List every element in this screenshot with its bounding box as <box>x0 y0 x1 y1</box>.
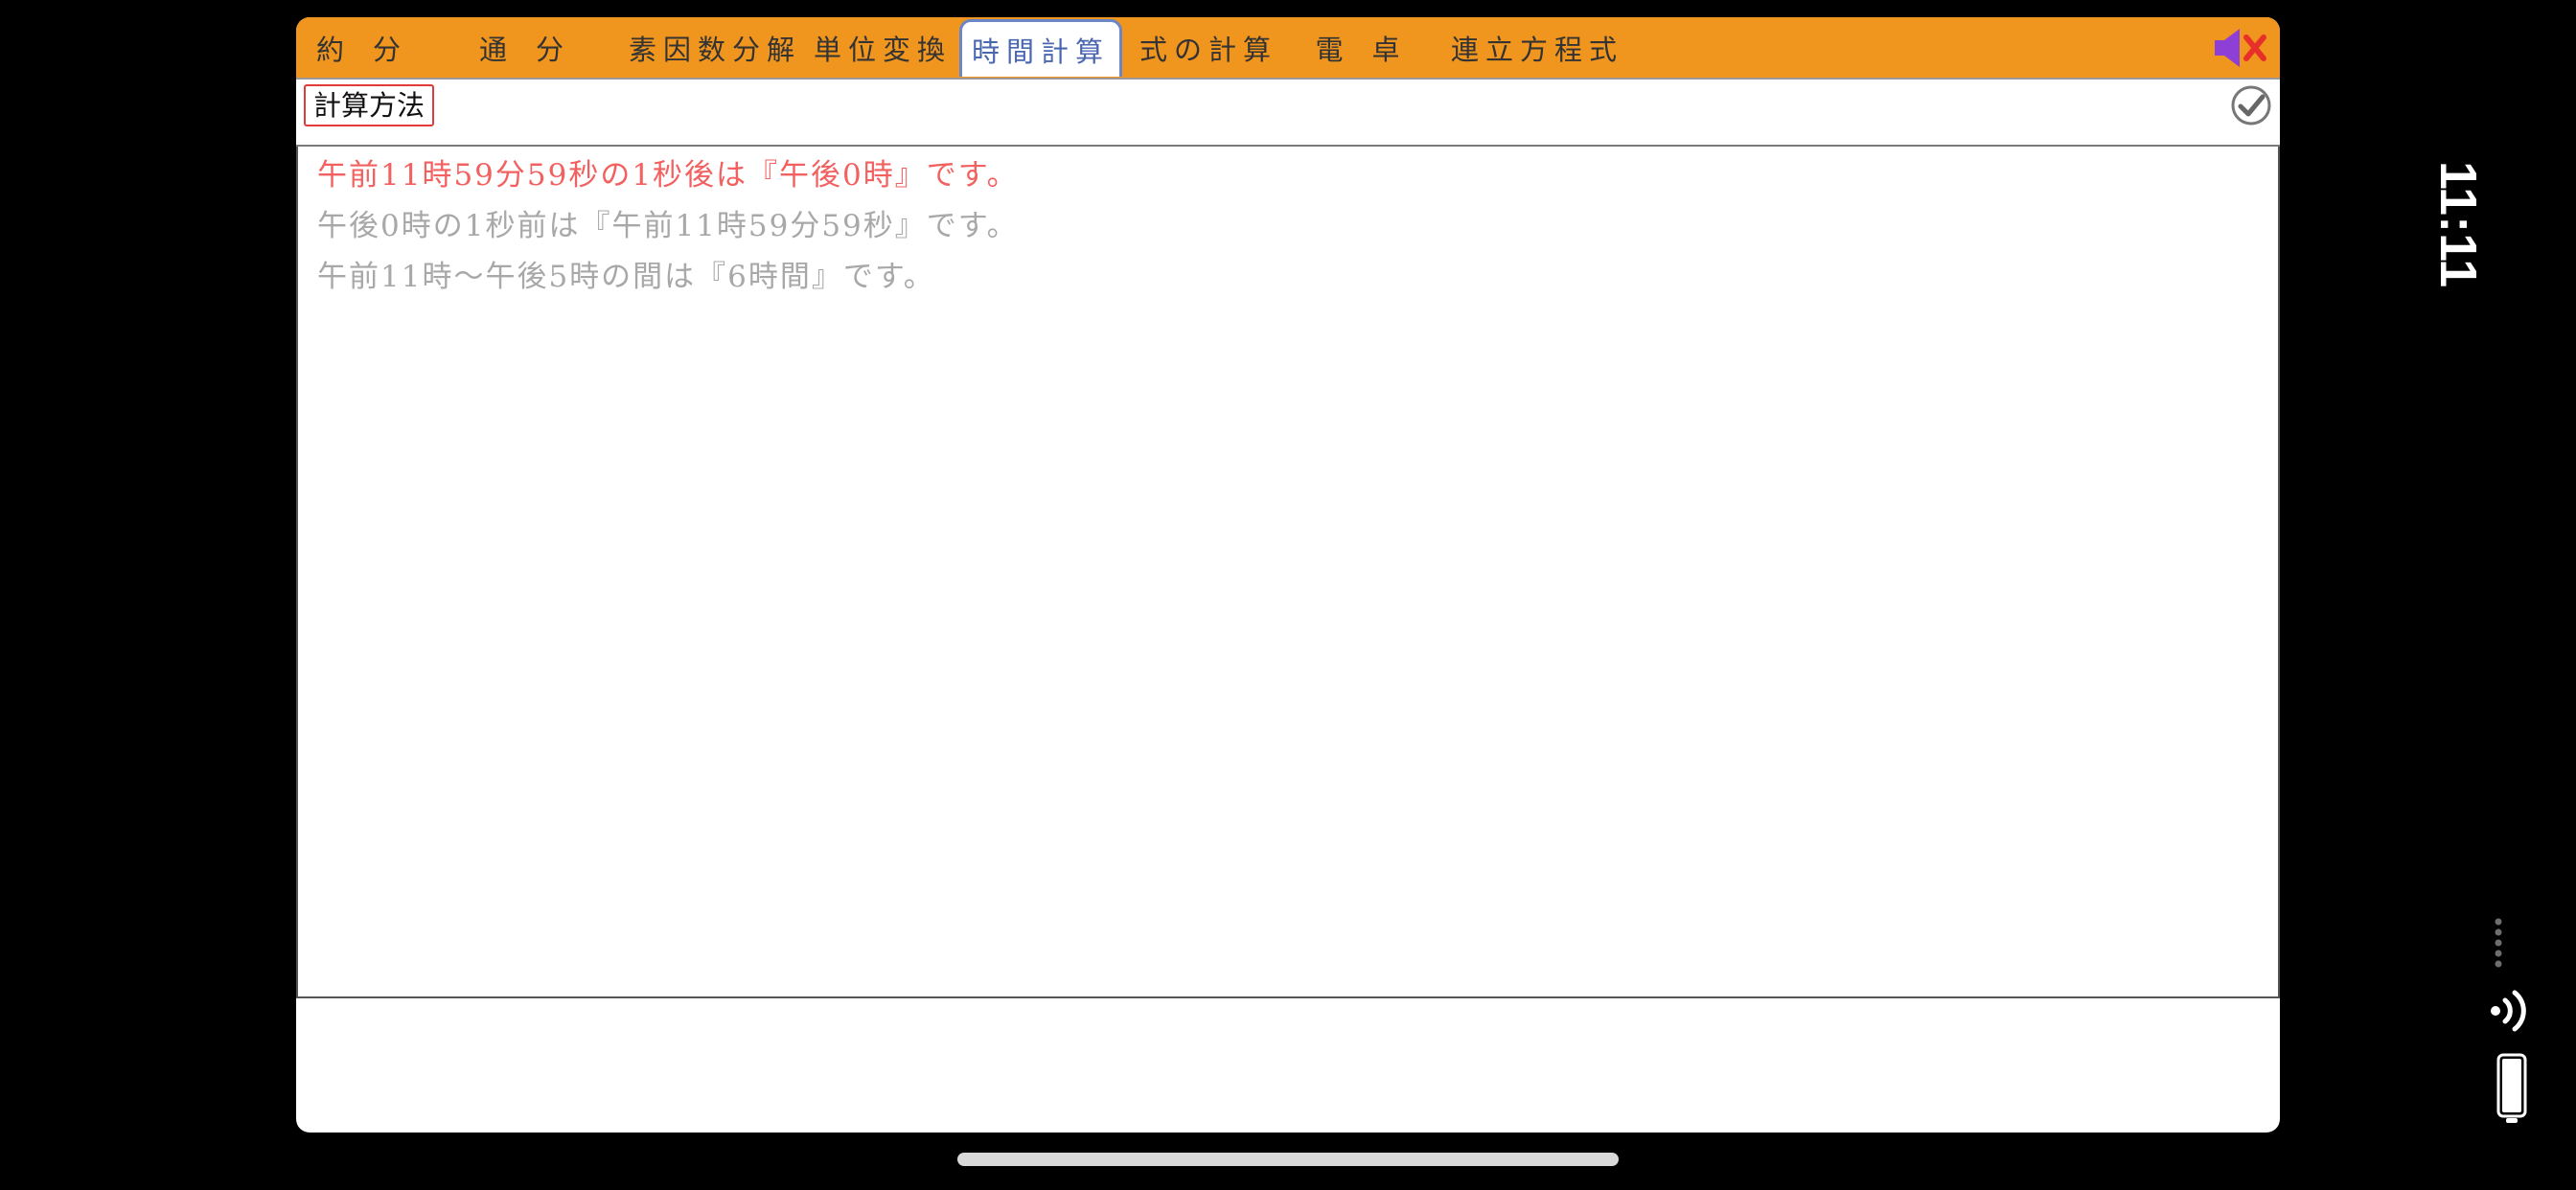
tab-common-denominator[interactable]: 通分 <box>478 17 593 78</box>
more-dots-icon <box>2495 918 2502 968</box>
check-circle-icon[interactable] <box>2230 84 2272 126</box>
battery-icon <box>2496 1053 2527 1123</box>
app-window: 約分 通分 素因数分解 単位変換 時間計算 式の計算 電卓 連立方程式 計算方法… <box>296 17 2280 1133</box>
result-line: 午後0時の1秒前は『午前11時59分59秒』です。 <box>317 209 1019 243</box>
home-indicator[interactable] <box>957 1153 1619 1166</box>
tab-prime-factorization[interactable]: 素因数分解 <box>629 17 796 78</box>
result-line-highlighted: 午前11時59分59秒の1秒後は『午後0時』です。 <box>317 158 1019 193</box>
tab-simultaneous-equations[interactable]: 連立方程式 <box>1451 17 1619 78</box>
calculation-method-button[interactable]: 計算方法 <box>304 84 435 126</box>
method-row: 計算方法 <box>296 78 2280 147</box>
tab-time-calculation[interactable]: 時間計算 <box>959 19 1122 77</box>
results-panel: 午前11時59分59秒の1秒後は『午後0時』です。 午後0時の1秒前は『午前11… <box>296 147 2280 998</box>
tab-calculator[interactable]: 電卓 <box>1316 17 1427 78</box>
tab-unit-conversion[interactable]: 単位変換 <box>814 17 950 78</box>
speaker-muted-icon[interactable] <box>2211 26 2268 70</box>
result-line: 午前11時〜午後5時の間は『6時間』です。 <box>317 260 935 294</box>
tab-bar: 約分 通分 素因数分解 単位変換 時間計算 式の計算 電卓 連立方程式 <box>296 17 2280 78</box>
wifi-icon <box>2491 990 2526 1032</box>
tab-expression-calculation[interactable]: 式の計算 <box>1139 17 1276 78</box>
status-time: 11:11 <box>2429 161 2487 288</box>
tab-reduction[interactable]: 約分 <box>315 17 430 78</box>
